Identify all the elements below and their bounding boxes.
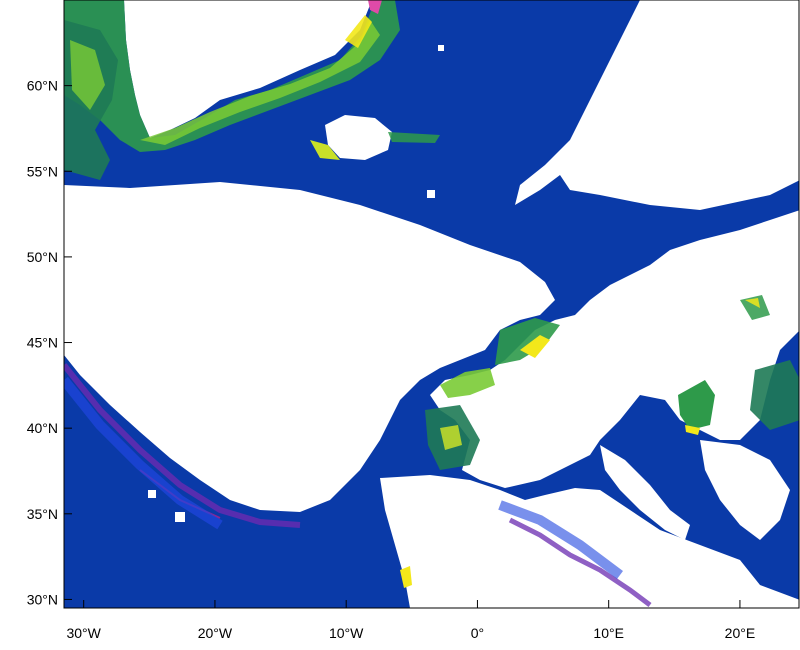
x-tick-label: 20°E	[725, 625, 756, 641]
mask-hole	[427, 190, 435, 198]
y-tick-label: 60°N	[27, 78, 58, 94]
x-tick-label: 0°	[471, 625, 484, 641]
y-tick-label: 35°N	[27, 506, 58, 522]
map-figure: 30°W 20°W 10°W 0° 10°E 20°E 60°N 55°N 50°N 45°N 4…	[27, 0, 800, 641]
y-tick-label: 40°N	[27, 420, 58, 436]
y-tick-label: 30°N	[27, 591, 58, 607]
map-plot-area	[64, 0, 799, 608]
x-tick-label: 30°W	[66, 625, 101, 641]
x-tick-label: 10°W	[329, 625, 364, 641]
x-tick-label: 10°E	[593, 625, 624, 641]
y-tick-label: 55°N	[27, 163, 58, 179]
mask-hole	[438, 45, 444, 51]
mask-hole	[175, 512, 185, 522]
mask-hole	[148, 490, 156, 498]
y-tick-label: 45°N	[27, 335, 58, 351]
y-tick-label: 50°N	[27, 249, 58, 265]
x-tick-label: 20°W	[198, 625, 233, 641]
